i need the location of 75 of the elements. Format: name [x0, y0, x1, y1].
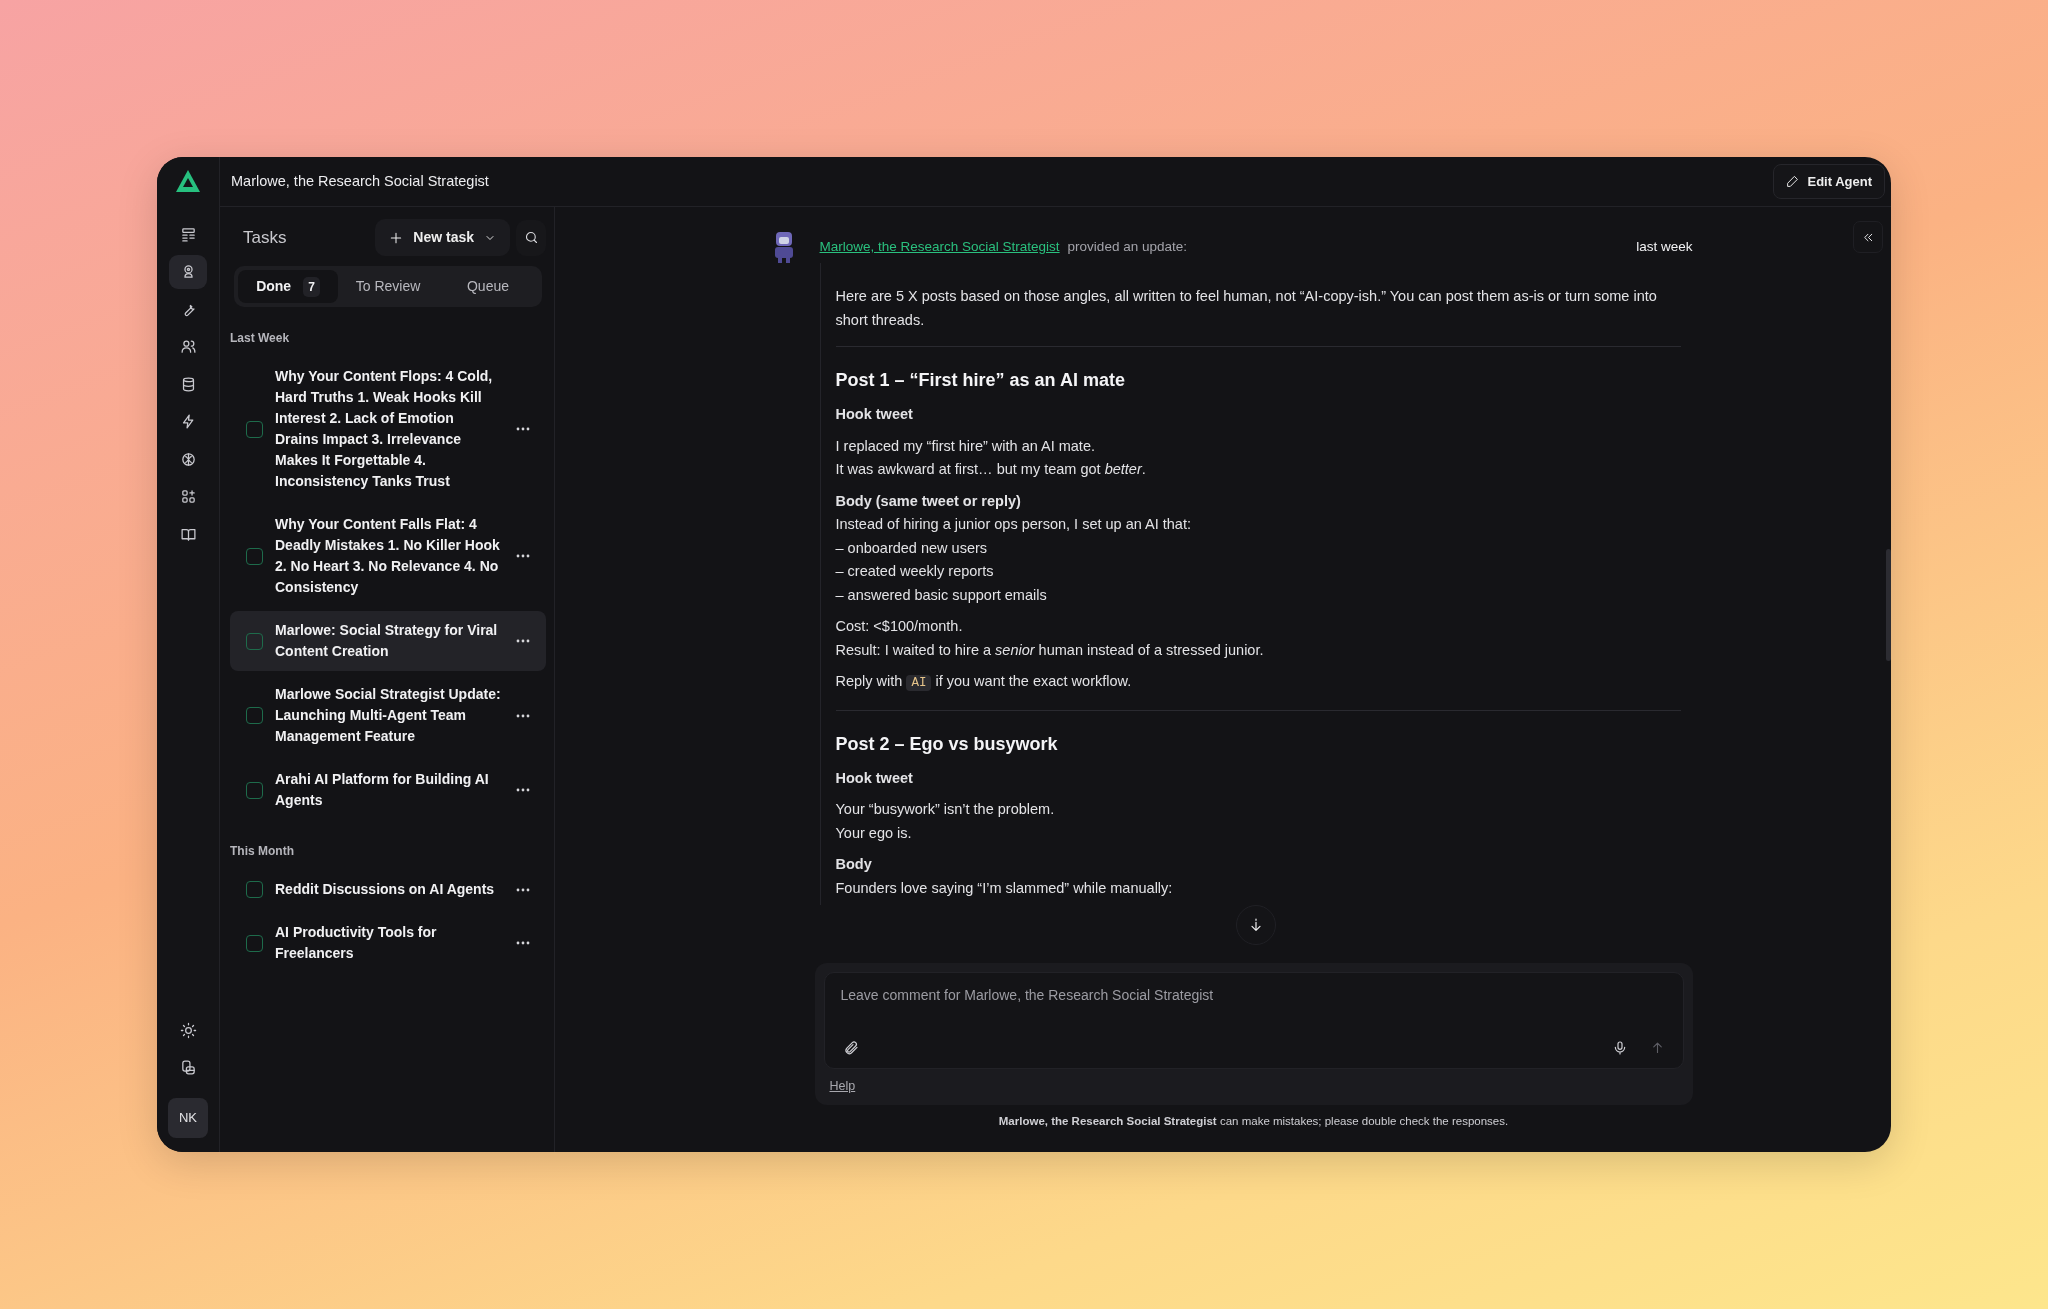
text-line: It was awkward at first… but my team got better. — [835, 460, 1147, 479]
task-title[interactable]: Arahi AI Platform for Building AI Agents — [275, 769, 501, 811]
text-line: – created weekly reports — [835, 562, 995, 581]
text-line: – onboarded new users — [835, 538, 989, 558]
user-avatar[interactable]: NK — [168, 1098, 208, 1138]
tab[interactable]: Done 7 — [238, 270, 338, 303]
section-label: Hook tweet — [835, 768, 914, 788]
task-title[interactable]: Reddit Discussions on AI Agents — [275, 879, 501, 900]
more-icon — [516, 427, 530, 431]
more-icon — [516, 887, 530, 892]
count-badge: 7 — [303, 276, 320, 297]
update-label: provided an update: — [1067, 237, 1187, 256]
sun-icon — [179, 1021, 197, 1039]
window-title: Marlowe, the Research Social Strategist — [231, 171, 489, 191]
more-icon — [516, 713, 530, 718]
checkbox[interactable] — [246, 420, 263, 438]
panel-title: Tasks — [243, 226, 287, 249]
scrollbar[interactable] — [1886, 549, 1891, 661]
logo — [175, 169, 201, 193]
more-icon — [516, 554, 530, 558]
timestamp: last week — [1636, 237, 1693, 256]
comment-field[interactable]: Leave comment for Marlowe, the Research Social Strategist — [838, 982, 1669, 1029]
message-paragraph: Here are 5 X posts based on those angles, all written to feel human, not “AI-copy-ish.” You can post them as-is or turn some into short threads. — [835, 287, 1658, 330]
group-heading: This Month — [230, 843, 295, 860]
new-task-button[interactable]: New task — [375, 219, 510, 256]
text-line: Your “busywork” isn’t the problem. — [835, 800, 1056, 819]
section-label: Body (same tweet or reply) — [835, 491, 1022, 511]
post-heading: Post 1 – “First hire” as an AI mate — [835, 369, 1126, 392]
selected-task-row[interactable]: Marlowe: Social Strategy for Viral Content Creation — [230, 611, 546, 671]
checkbox[interactable] — [246, 934, 263, 952]
robot-nav-button[interactable] — [169, 254, 207, 289]
tab[interactable]: To Review — [338, 270, 438, 303]
search-button[interactable] — [516, 219, 546, 256]
checkbox[interactable] — [246, 881, 263, 898]
users-icon — [179, 338, 197, 355]
disclaimer-text: Marlowe, the Research Social Strategist can make mistakes; please double check the responses. — [997, 1113, 1510, 1129]
search-icon — [523, 230, 539, 245]
edit-agent-button[interactable]: Edit Agent — [1773, 163, 1885, 200]
more-icon — [516, 788, 530, 792]
task-title[interactable]: Marlowe Social Strategist Update: Launching Multi-Agent Team Management Feature — [275, 684, 501, 747]
paperclip-icon — [842, 1039, 859, 1056]
text-line: Your ego is. — [835, 823, 913, 843]
text-line: Reply with — [835, 673, 903, 689]
checkbox[interactable] — [246, 781, 263, 799]
text-line: I replaced my “first hire” with an AI mate. — [835, 436, 1096, 456]
more-icon — [516, 941, 530, 945]
pencil-icon — [1786, 175, 1800, 188]
inline-code: AI — [906, 675, 932, 691]
checkbox[interactable] — [246, 547, 263, 565]
task-title[interactable]: AI Productivity Tools for Freelancers — [275, 922, 501, 964]
text-line: Cost: <$100/month. — [835, 617, 964, 636]
list-icon — [179, 225, 197, 243]
scroll-down-button[interactable] — [1236, 904, 1276, 945]
post-heading: Post 2 – Ego vs busywork — [835, 732, 1059, 756]
storage-icon — [179, 1059, 197, 1076]
text-line: – answered basic support emails — [835, 585, 1048, 605]
text-line: if you want the exact workflow. — [935, 673, 1132, 689]
plus-icon — [389, 230, 404, 245]
text-line: Instead of hiring a junior ops person, I set up an AI that: — [835, 515, 1192, 534]
text-line: Result: I waited to hire a senior human instead of a stressed junior. — [835, 640, 1265, 660]
section-label: Body — [835, 855, 873, 874]
comment-box[interactable]: Leave comment for Marlowe, the Research Social Strategist — [823, 971, 1684, 1069]
section-label: Hook tweet — [835, 405, 914, 424]
text-line: Founders love saying “I’m slammed” while manually: — [835, 878, 1174, 898]
help-link[interactable]: Help — [829, 1076, 856, 1096]
apps-icon — [179, 488, 197, 505]
checkbox[interactable] — [246, 707, 263, 724]
more-icon — [516, 639, 530, 643]
task-title[interactable]: Marlowe: Social Strategy for Viral Content Creation — [275, 620, 501, 662]
tab[interactable]: Queue — [438, 270, 538, 303]
group-heading: Last Week — [230, 330, 291, 347]
checkbox[interactable] — [246, 632, 263, 650]
author-link[interactable]: Marlowe, the Research Social Strategist — [819, 236, 1060, 258]
task-title[interactable]: Why Your Content Flops: 4 Cold, Hard Truths 1. Weak Hooks Kill Interest 2. Lack of Emotion Drains Impact 3. Irrelevance Makes It Forgettable 4. Inconsistency Tanks Trust — [275, 366, 501, 492]
task-title[interactable]: Why Your Content Falls Flat: 4 Deadly Mistakes 1. No Killer Hook 2. No Heart 3. No Relevance 4. No Consistency — [275, 514, 501, 598]
